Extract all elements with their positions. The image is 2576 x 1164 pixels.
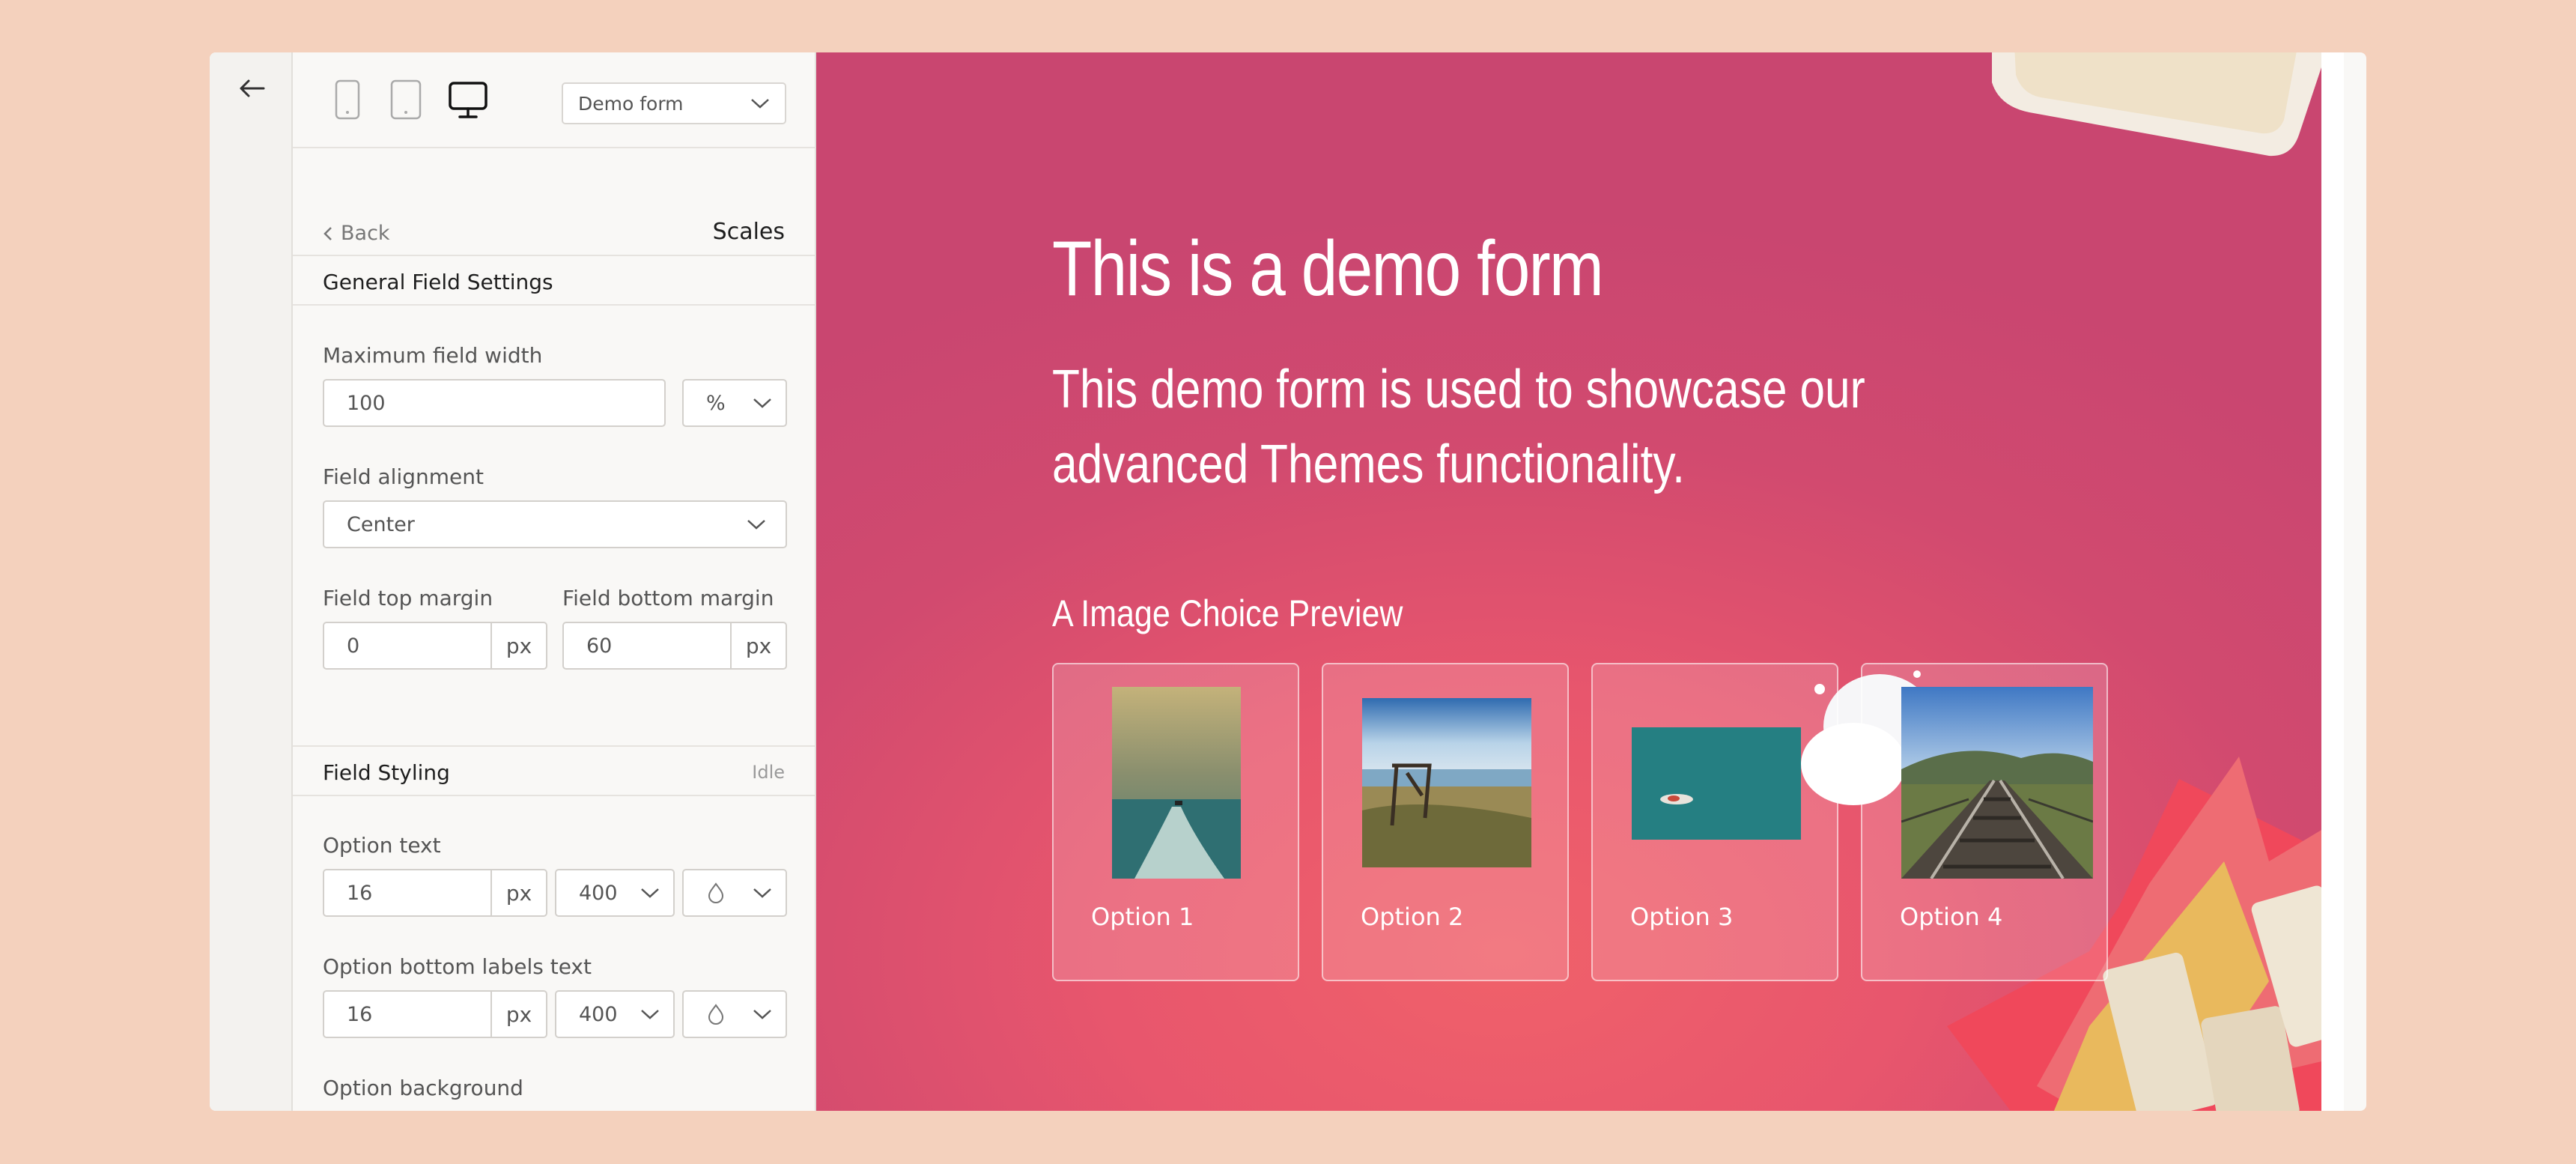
bottom-labels-size-unit: px [490, 990, 547, 1038]
general-settings-header[interactable]: General Field Settings [293, 255, 815, 306]
bottom-labels-weight-value: 400 [579, 1002, 618, 1026]
option-background-label: Option background [323, 1076, 523, 1100]
tablet-icon[interactable] [390, 79, 422, 120]
bottom-labels-weight-select[interactable]: 400 [555, 990, 675, 1038]
max-width-unit-value: % [706, 391, 726, 415]
option-text-weight-value: 400 [579, 881, 618, 905]
back-arrow-icon[interactable] [235, 72, 268, 105]
chevron-left-icon [323, 226, 332, 240]
max-width-label: Maximum field width [323, 343, 543, 368]
panel-title: Scales [712, 219, 785, 245]
chevron-down-icon [753, 888, 771, 898]
form-select-value: Demo form [578, 92, 684, 115]
option-text-label: Option text [323, 833, 441, 858]
form-description: This demo form is used to showcase our a… [1052, 360, 1865, 494]
droplet-icon [708, 882, 724, 903]
option-label: Option 3 [1630, 903, 1734, 931]
boat-on-water-image [1632, 727, 1801, 840]
alignment-select[interactable]: Center [323, 500, 787, 548]
option-text-size-unit: px [490, 869, 547, 917]
desktop-icon[interactable] [448, 81, 488, 120]
option-label: Option 2 [1361, 903, 1464, 931]
alignment-label: Field alignment [323, 464, 484, 489]
option-text-color-select[interactable] [682, 869, 787, 917]
bottom-labels-size-input[interactable]: 16 [323, 990, 492, 1038]
bottom-margin-input[interactable]: 60 [562, 622, 732, 670]
bottom-labels-label: Option bottom labels text [323, 954, 592, 979]
settings-panel: Demo form Back Scales General Field Sett… [293, 52, 816, 1111]
top-margin-label: Field top margin [323, 586, 493, 610]
image-option-1[interactable]: Option 1 [1052, 663, 1299, 981]
image-option-3[interactable]: Option 3 [1591, 663, 1838, 981]
chevron-down-icon [751, 99, 769, 109]
droplet-icon [708, 1004, 724, 1025]
bottom-margin-label: Field bottom margin [562, 586, 774, 610]
image-option-2[interactable]: Option 2 [1322, 663, 1569, 981]
form-preview: This is a demo form This demo form is us… [816, 52, 2344, 1111]
field-styling-header[interactable]: Field Styling Idle [293, 745, 815, 796]
max-width-unit-select[interactable]: % [682, 379, 787, 427]
preview-scrollbar[interactable] [2321, 52, 2344, 1111]
top-margin-unit: px [490, 622, 547, 670]
image-option-4[interactable]: Option 4 [1861, 663, 2108, 981]
back-link-label: Back [341, 222, 390, 245]
chevron-down-icon [753, 398, 771, 408]
chevron-down-icon [641, 1010, 659, 1019]
form-title: This is a demo form [1052, 225, 1604, 312]
chevron-down-icon [641, 888, 659, 898]
option-text-weight-select[interactable]: 400 [555, 869, 675, 917]
image-choice-label: A Image Choice Preview [1052, 592, 1403, 634]
alignment-value: Center [347, 512, 415, 536]
max-width-input[interactable]: 100 [323, 379, 666, 427]
mobile-icon[interactable] [335, 79, 360, 120]
sea-wake-image [1112, 687, 1241, 879]
chevron-down-icon [753, 1010, 771, 1019]
railway-tracks-image [1901, 687, 2093, 879]
bottom-labels-color-select[interactable] [682, 990, 787, 1038]
lifeguard-tower-image [1362, 698, 1531, 867]
bottom-margin-unit: px [730, 622, 787, 670]
option-label: Option 1 [1091, 903, 1194, 931]
option-label: Option 4 [1900, 903, 2003, 931]
general-settings-title: General Field Settings [323, 270, 553, 294]
tray-decoration [1992, 52, 2324, 157]
left-rail [210, 52, 293, 1111]
chevron-down-icon [747, 520, 765, 530]
theme-editor-window: Demo form Back Scales General Field Sett… [210, 52, 2366, 1111]
form-select[interactable]: Demo form [562, 82, 786, 124]
panel-nav: Back Scales [293, 150, 815, 270]
field-styling-status: Idle [752, 762, 785, 783]
back-link[interactable]: Back [323, 222, 390, 245]
option-text-size-input[interactable]: 16 [323, 869, 492, 917]
device-toolbar: Demo form [293, 52, 815, 148]
top-margin-input[interactable]: 0 [323, 622, 492, 670]
field-styling-title: Field Styling [323, 760, 450, 785]
